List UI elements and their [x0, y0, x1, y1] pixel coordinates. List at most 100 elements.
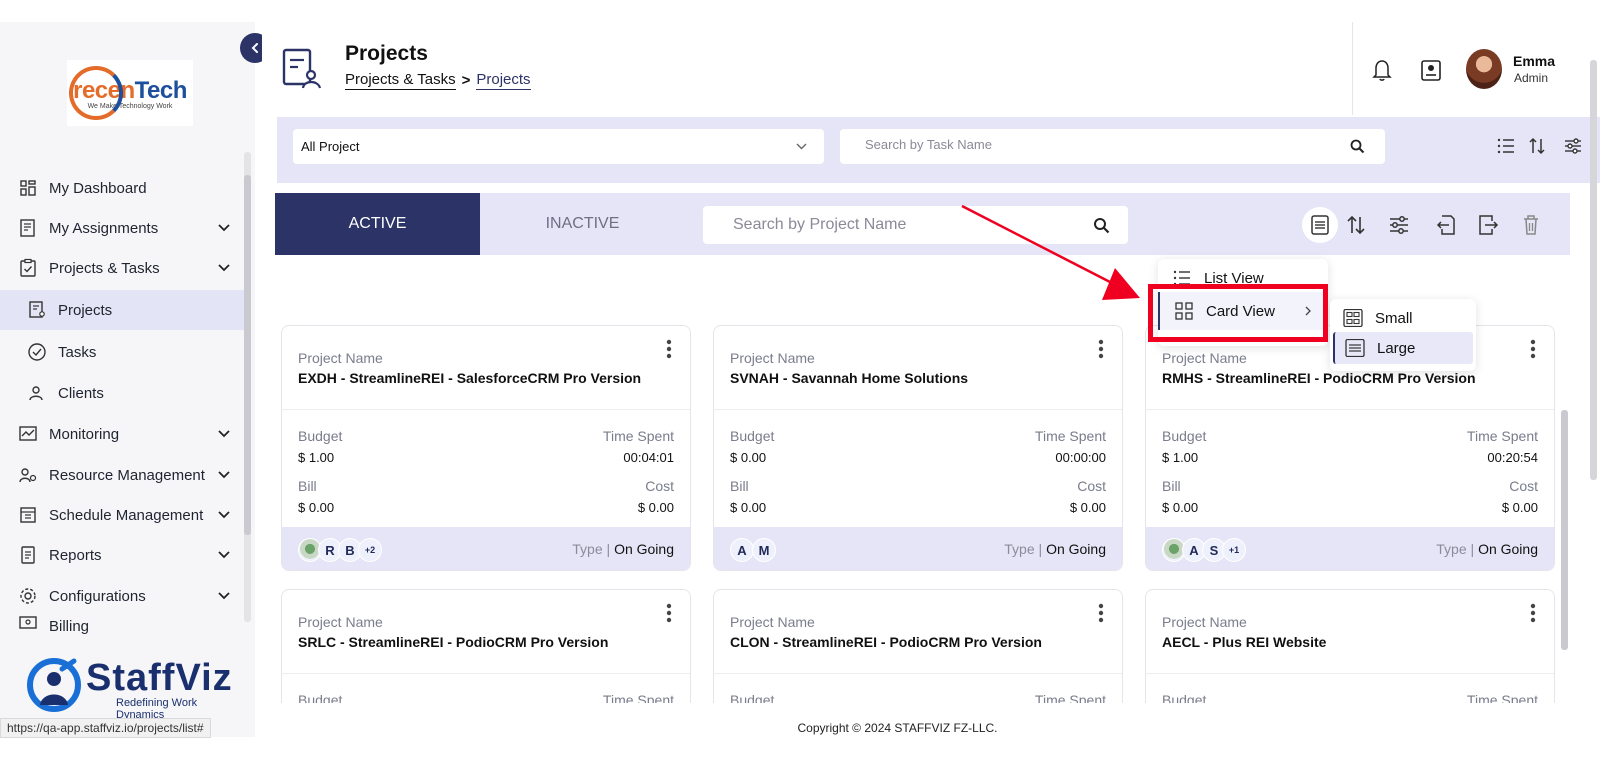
sort-icon[interactable]	[1344, 213, 1368, 237]
header-divider	[1352, 22, 1353, 115]
members-more-count[interactable]: +2	[358, 538, 382, 562]
sidebar-item-tasks[interactable]: Tasks	[0, 332, 245, 372]
sidebar-item-projects[interactable]: Projects	[0, 290, 245, 330]
breadcrumb-parent-link[interactable]: Projects & Tasks	[345, 71, 456, 90]
sidebar-item-my-dashboard[interactable]: My Dashboard	[0, 168, 245, 208]
card-large-icon	[1345, 339, 1365, 357]
content-scrollbar[interactable]	[1561, 410, 1568, 650]
menu-item-label: Small	[1375, 309, 1413, 327]
monitoring-icon	[19, 426, 37, 441]
export-icon[interactable]	[1476, 213, 1500, 237]
sort-icon[interactable]	[1527, 136, 1547, 156]
list-view-icon[interactable]	[1496, 136, 1516, 156]
project-type: Type | On Going	[1436, 541, 1538, 557]
cost-label: Cost	[1509, 478, 1538, 494]
project-name: CLON - StreamlineREI - PodioCRM Pro Vers…	[730, 634, 1042, 650]
task-search-field[interactable]	[840, 129, 1385, 164]
menu-item-large[interactable]: Large	[1333, 332, 1473, 364]
page-scrollbar[interactable]	[1590, 60, 1597, 480]
budget-label: Budget	[1162, 692, 1207, 703]
sidebar-item-projects-tasks[interactable]: Projects & Tasks	[0, 248, 245, 288]
settings-icon	[20, 588, 36, 604]
sidebar-item-reports[interactable]: Reports	[0, 535, 245, 575]
sidebar-item-clients[interactable]: Clients	[0, 373, 245, 413]
budget-label: Budget	[1162, 428, 1207, 444]
time-spent-label: Time Spent	[1466, 692, 1538, 703]
project-name: EXDH - StreamlineREI - SalesforceCRM Pro…	[298, 370, 642, 386]
project-card[interactable]: Project Name SRLC - StreamlineREI - Podi…	[281, 589, 691, 703]
project-name: SRLC - StreamlineREI - PodioCRM Pro Vers…	[298, 634, 609, 650]
search-icon[interactable]	[1093, 217, 1110, 234]
bill-value: $ 0.00	[730, 500, 767, 515]
card-footer: A M Type | On Going	[714, 527, 1122, 570]
trash-icon[interactable]	[1519, 213, 1543, 237]
card-footer: R B +2 Type | On Going	[282, 527, 690, 570]
search-icon[interactable]	[1350, 139, 1365, 154]
project-search-input[interactable]	[733, 216, 1083, 234]
id-badge-icon[interactable]	[1419, 57, 1443, 83]
sidebar-item-schedule-management[interactable]: Schedule Management	[0, 495, 245, 535]
members-more-count[interactable]: +1	[1222, 538, 1246, 562]
projects-page-icon	[282, 48, 322, 89]
card-footer: A S +1 Type | On Going	[1146, 527, 1554, 570]
page-title: Projects	[345, 42, 428, 65]
time-spent-label: Time Spent	[1034, 692, 1106, 703]
project-type: Type | On Going	[572, 541, 674, 557]
tab-inactive[interactable]: INACTIVE	[480, 193, 685, 255]
sidebar-item-label: Billing	[49, 618, 90, 634]
chevron-left-icon	[251, 43, 258, 53]
sidebar-scrollbar-thumb[interactable]	[244, 175, 251, 535]
more-options-icon[interactable]	[666, 339, 672, 359]
cost-label: Cost	[1077, 478, 1106, 494]
tab-active[interactable]: ACTIVE	[275, 193, 480, 255]
project-card[interactable]: Project Name CLON - StreamlineREI - Podi…	[713, 589, 1123, 703]
menu-item-label: Large	[1377, 339, 1416, 357]
import-icon[interactable]	[1434, 213, 1458, 237]
top-header	[262, 22, 1552, 115]
project-filter-value: All Project	[301, 139, 360, 154]
breadcrumb-current-link[interactable]: Projects	[476, 71, 531, 90]
resource-icon	[19, 468, 37, 483]
more-options-icon[interactable]	[1530, 603, 1536, 623]
sidebar-item-label: Resource Management	[49, 466, 205, 484]
sidebar-item-resource-management[interactable]: Resource Management	[0, 455, 245, 495]
budget-label: Budget	[730, 428, 775, 444]
sidebar-item-configurations[interactable]: Configurations	[0, 576, 245, 616]
project-card[interactable]: Project Name EXDH - StreamlineREI - Sale…	[281, 325, 691, 571]
cost-value: $ 0.00	[1501, 500, 1538, 515]
task-search-input[interactable]	[865, 137, 1335, 152]
bell-icon[interactable]	[1370, 57, 1394, 83]
member-initial[interactable]: M	[752, 538, 776, 562]
card-divider	[282, 673, 690, 674]
avatar[interactable]	[1466, 49, 1502, 89]
card-divider	[282, 409, 690, 410]
member-initial[interactable]: A	[730, 538, 754, 562]
more-options-icon[interactable]	[1098, 603, 1104, 623]
sidebar-item-monitoring[interactable]: Monitoring	[0, 414, 245, 454]
chevron-down-icon	[218, 430, 230, 438]
more-options-icon[interactable]	[1530, 339, 1536, 359]
filter-settings-icon[interactable]	[1387, 213, 1411, 237]
type-label: Type	[572, 541, 603, 557]
bill-value: $ 0.00	[1162, 500, 1199, 515]
sidebar-item-billing[interactable]: Billing	[0, 616, 245, 634]
sidebar-item-label: Projects	[58, 301, 113, 319]
card-view-large-icon[interactable]	[1308, 213, 1332, 237]
user-name: Emma	[1513, 53, 1556, 69]
project-search-field[interactable]	[703, 206, 1128, 244]
type-separator: |	[606, 541, 611, 557]
time-spent-value: 00:04:01	[623, 450, 674, 465]
more-options-icon[interactable]	[1098, 339, 1104, 359]
budget-label: Budget	[730, 692, 775, 703]
project-card[interactable]: Project Name AECL - Plus REI Website Bud…	[1145, 589, 1555, 703]
project-filter-select[interactable]: All Project	[293, 129, 824, 164]
project-name: AECL - Plus REI Website	[1162, 634, 1327, 650]
sidebar-item-my-assignments[interactable]: My Assignments	[0, 208, 245, 248]
project-name: RMHS - StreamlineREI - PodioCRM Pro Vers…	[1162, 370, 1476, 386]
filter-settings-icon[interactable]	[1563, 136, 1583, 156]
more-options-icon[interactable]	[666, 603, 672, 623]
bill-label: Bill	[1162, 478, 1181, 494]
project-card[interactable]: Project Name SVNAH - Savannah Home Solut…	[713, 325, 1123, 571]
time-spent-value: 00:00:00	[1055, 450, 1106, 465]
sidebar-item-label: Clients	[58, 384, 104, 402]
